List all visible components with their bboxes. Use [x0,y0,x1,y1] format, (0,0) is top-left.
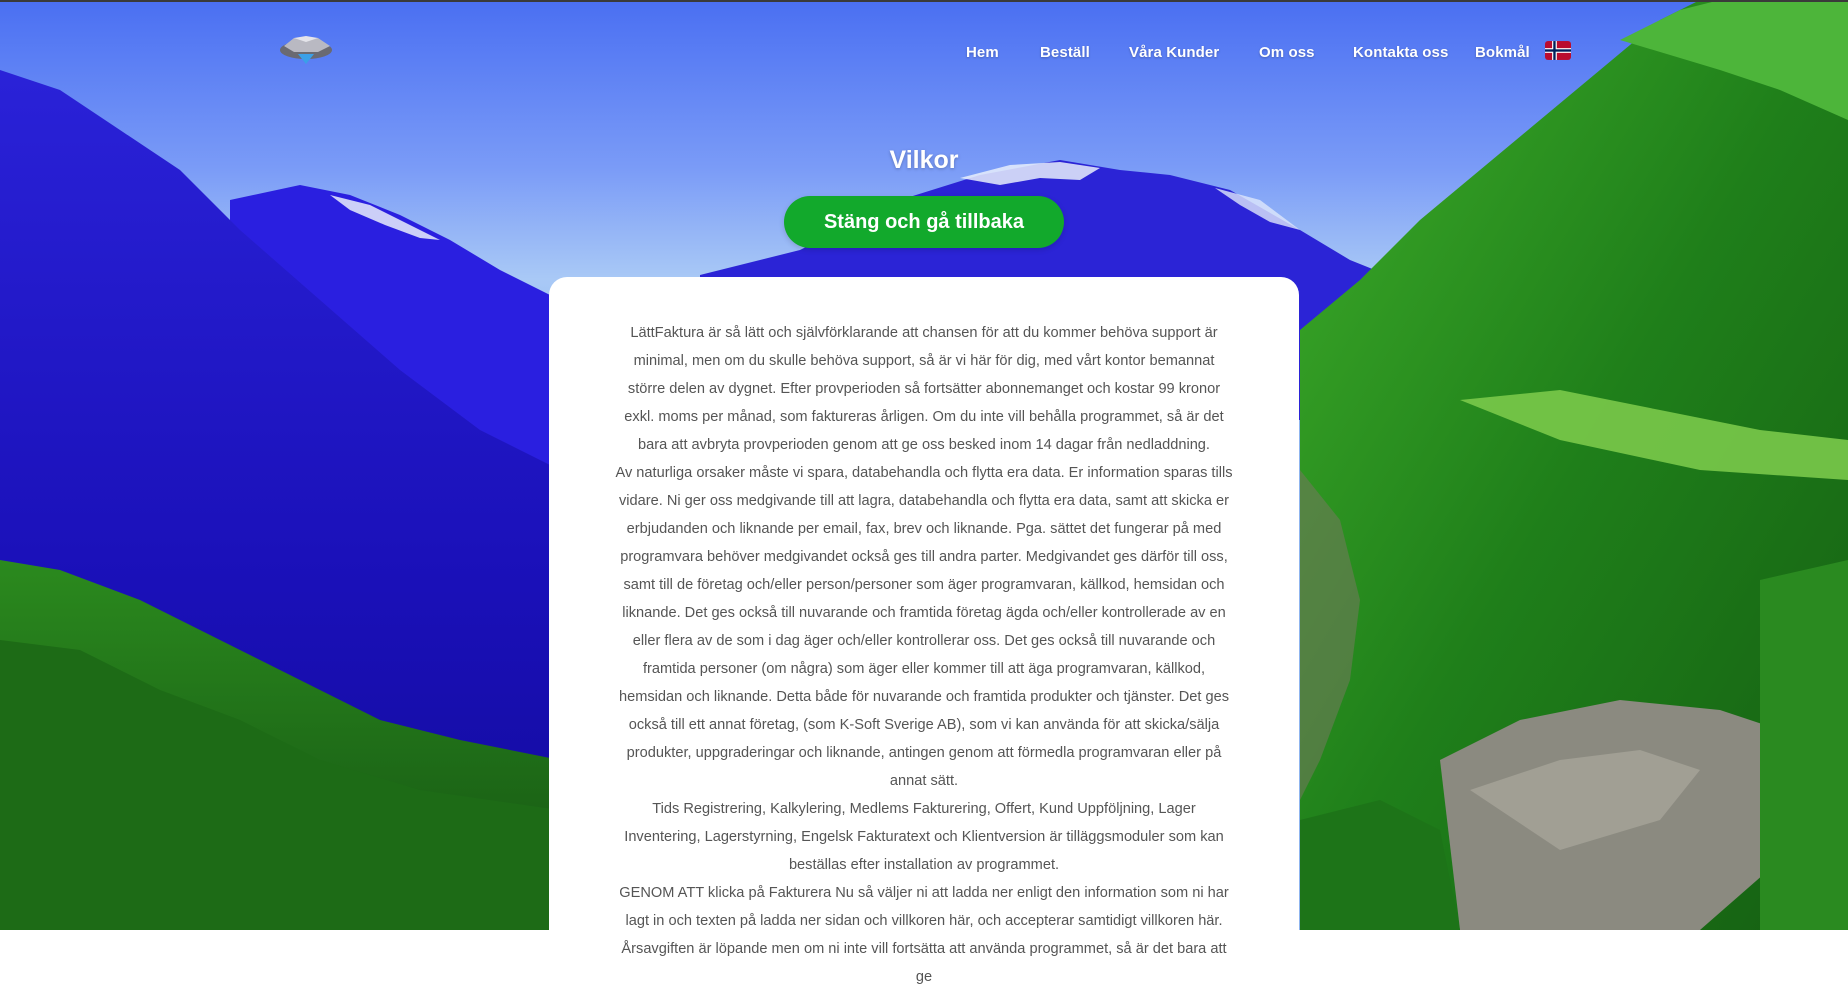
nav-link-om-oss[interactable]: Om oss [1259,44,1315,61]
terms-paragraph: Av naturliga orsaker måste vi spara, dat… [615,465,1233,789]
language-selector[interactable]: Bokmål [1475,44,1530,61]
nav-link-bestall[interactable]: Beställ [1040,44,1090,61]
terms-paragraph: Tids Registrering, Kalkylering, Medlems … [624,801,1224,873]
top-border [0,0,1848,2]
terms-paragraph: GENOM ATT klicka på Fakturera Nu så välj… [619,885,1229,929]
page-title: Vilkor [889,146,959,174]
close-and-go-back-button[interactable]: Stäng och gå tillbaka [784,196,1064,248]
terms-paragraph: Årsavgiften är löpande men om ni inte vi… [621,941,1227,985]
terms-paragraph: LättFaktura är så lätt och självförklara… [624,325,1224,453]
terms-text: LättFaktura är så lätt och självförklara… [614,319,1234,991]
nav-link-vara-kunder[interactable]: Våra Kunder [1129,44,1219,61]
norway-flag-icon[interactable] [1545,41,1571,60]
nav-link-hem[interactable]: Hem [966,44,999,61]
nav-link-kontakta-oss[interactable]: Kontakta oss [1353,44,1448,61]
